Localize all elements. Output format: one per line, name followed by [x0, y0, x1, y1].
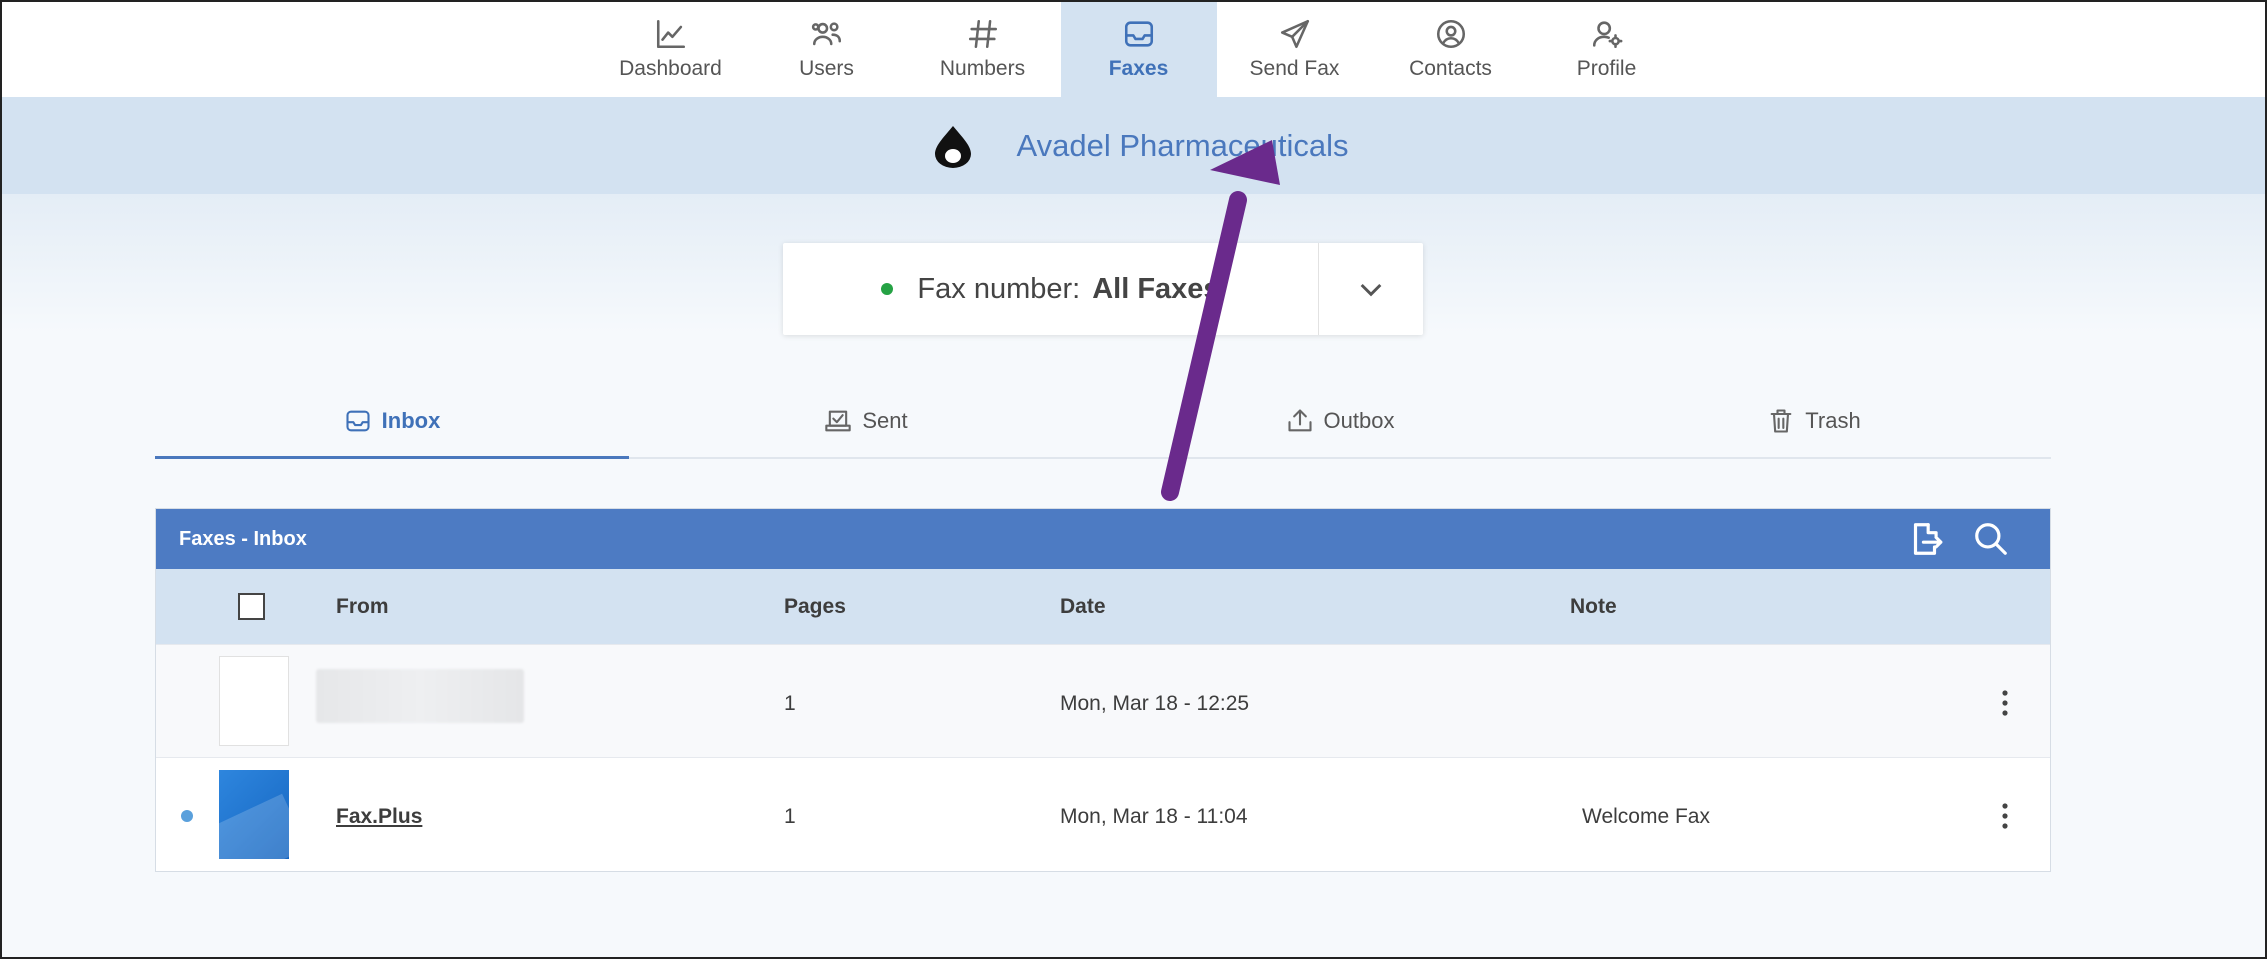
organization-banner: Avadel Pharmaceuticals: [0, 97, 2267, 194]
fax-folder-tabs: Inbox Sent Outbox Trash: [155, 385, 2051, 459]
panel-title: Faxes - Inbox: [179, 527, 307, 550]
tab-label: Trash: [1805, 408, 1861, 433]
nav-send-fax[interactable]: Send Fax: [1217, 0, 1373, 97]
column-from[interactable]: From: [336, 595, 389, 619]
top-navigation: Dashboard Users Numbers Faxes Send Fax C…: [0, 0, 2267, 97]
nav-label: Dashboard: [619, 56, 722, 80]
table-row[interactable]: Fax.Plus 1 Mon, Mar 18 - 11:04 Welcome F…: [156, 757, 2050, 871]
panel-actions: [1878, 520, 2010, 558]
unread-indicator: [181, 810, 193, 822]
nav-dashboard[interactable]: Dashboard: [593, 0, 749, 97]
export-button[interactable]: [1906, 520, 1944, 558]
users-icon: [810, 17, 844, 51]
nav-label: Faxes: [1108, 56, 1169, 80]
organization-name: Avadel Pharmaceuticals: [1016, 127, 1349, 163]
row-menu-button[interactable]: [1995, 801, 2015, 831]
column-note[interactable]: Note: [1570, 595, 1617, 619]
nav-faxes[interactable]: Faxes: [1060, 0, 1217, 97]
upload-icon: [1287, 409, 1312, 432]
more-vertical-icon: [2002, 803, 2008, 829]
table-row[interactable]: 1 Mon, Mar 18 - 12:25: [156, 644, 2050, 757]
search-button[interactable]: [1972, 520, 2010, 558]
fax-number-selector[interactable]: Fax number: All Faxes: [783, 243, 1423, 335]
hash-icon: [966, 17, 1000, 51]
cell-note: Welcome Fax: [1582, 805, 1710, 828]
contact-icon: [1434, 17, 1468, 51]
nav-label: Send Fax: [1249, 56, 1340, 80]
inbox-icon: [1122, 17, 1156, 51]
panel-header: Faxes - Inbox: [156, 509, 2050, 569]
export-icon: [1913, 523, 1943, 555]
fax-thumbnail[interactable]: [219, 656, 289, 746]
cell-pages: 1: [784, 805, 796, 828]
faxes-table-panel: Faxes - Inbox From Pages Date Note 1 Mon…: [155, 508, 2051, 872]
table-header: From Pages Date Note: [156, 569, 2050, 644]
cell-date: Mon, Mar 18 - 11:04: [1060, 805, 1248, 828]
nav-label: Profile: [1576, 56, 1637, 80]
fax-number-label: Fax number:: [917, 272, 1081, 305]
status-dot: [881, 283, 894, 295]
fax-number-dropdown-button[interactable]: [1319, 243, 1423, 335]
row-menu-button[interactable]: [1995, 688, 2015, 718]
search-icon: [1975, 523, 2007, 555]
user-gear-icon: [1590, 17, 1624, 51]
tab-outbox[interactable]: Outbox: [1103, 385, 1577, 457]
fax-thumbnail[interactable]: [219, 770, 289, 859]
inbox-icon: [346, 410, 370, 432]
nav-label: Users: [799, 56, 854, 80]
tab-trash[interactable]: Trash: [1577, 385, 2051, 457]
redacted-sender: [316, 669, 524, 723]
cell-from-link[interactable]: Fax.Plus: [336, 805, 422, 829]
cell-date: Mon, Mar 18 - 12:25: [1060, 692, 1250, 715]
nav-label: Contacts: [1409, 56, 1492, 80]
chevron-down-icon: [1360, 283, 1382, 297]
organization-logo: [934, 125, 971, 168]
trash-icon: [1770, 409, 1792, 433]
nav-profile[interactable]: Profile: [1529, 0, 1685, 97]
sent-tray-icon: [825, 410, 852, 432]
nav-label: Numbers: [939, 56, 1026, 80]
fax-number-value: All Faxes: [1092, 272, 1220, 305]
paper-plane-icon: [1278, 17, 1312, 51]
column-date[interactable]: Date: [1060, 595, 1106, 619]
nav-users[interactable]: Users: [749, 0, 905, 97]
fax-number-display[interactable]: Fax number: All Faxes: [783, 243, 1319, 335]
cell-pages: 1: [784, 692, 796, 715]
tab-label: Outbox: [1323, 408, 1395, 433]
tab-inbox[interactable]: Inbox: [155, 385, 629, 459]
tab-label: Sent: [862, 408, 908, 433]
chart-line-icon: [654, 17, 688, 51]
more-vertical-icon: [2002, 690, 2008, 716]
nav-numbers[interactable]: Numbers: [905, 0, 1061, 97]
tab-label: Inbox: [381, 408, 441, 433]
column-pages[interactable]: Pages: [784, 595, 846, 619]
tab-sent[interactable]: Sent: [629, 385, 1103, 457]
select-all-checkbox[interactable]: [238, 593, 265, 620]
nav-contacts[interactable]: Contacts: [1373, 0, 1529, 97]
